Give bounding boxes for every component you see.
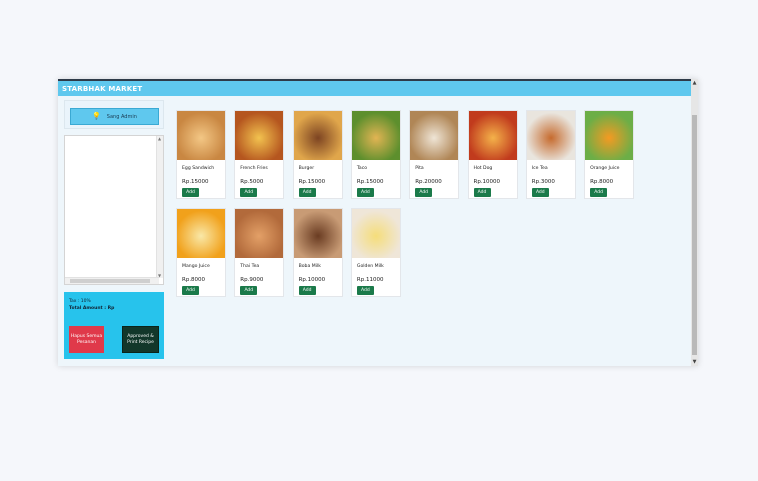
food-image <box>177 111 225 160</box>
item-name: Pita <box>415 166 424 171</box>
food-image <box>293 209 342 258</box>
item-price: Rp.8000 <box>590 179 614 185</box>
menu-card: French Fries Rp.5000 Add <box>234 110 285 199</box>
food-image <box>585 111 634 160</box>
add-button[interactable]: Add <box>590 188 608 197</box>
item-price: Rp.9000 <box>240 277 264 283</box>
scroll-up-icon[interactable]: ▲ <box>691 79 698 87</box>
item-price: Rp.20000 <box>415 179 442 185</box>
item-name: Ice Tea <box>531 166 548 171</box>
menu-card: Pita Rp.20000 Add <box>409 110 460 199</box>
admin-button[interactable]: 💡 Sang Admin <box>70 108 159 125</box>
order-list-hscroll[interactable] <box>65 277 159 284</box>
item-name: Golden Milk <box>356 264 384 269</box>
item-price: Rp.10000 <box>298 277 326 283</box>
item-price: Rp.3000 <box>531 179 555 185</box>
clear-orders-button[interactable]: Hapus Semua Pesanan <box>69 326 104 353</box>
scroll-thumb[interactable] <box>70 279 150 283</box>
food-image <box>177 209 225 258</box>
menu-card: Taco Rp.15000 Add <box>350 110 401 199</box>
add-button[interactable]: Add <box>531 188 549 197</box>
menu-card: Golden Milk Rp.11000 Add <box>350 208 401 297</box>
add-button[interactable]: Add <box>356 188 374 197</box>
order-summary: Tax : 10% Total Amount : Rp Hapus Semua … <box>64 292 164 359</box>
order-panel: 💡 Sang Admin ▲ ▼ Tax : 10% Total Amount :… <box>64 100 164 359</box>
scroll-down-icon[interactable]: ▼ <box>691 358 698 366</box>
approve-print-button[interactable]: Approved & Print Recipe <box>122 326 159 353</box>
item-price: Rp.15000 <box>356 179 384 185</box>
item-name: Egg Sandwich <box>182 166 215 171</box>
item-name: Orange Juice <box>590 166 620 171</box>
food-image <box>235 111 284 160</box>
item-name: Mango Juice <box>182 264 210 269</box>
add-button[interactable]: Add <box>298 286 316 295</box>
scroll-thumb[interactable] <box>692 115 697 355</box>
window-title: STARBHAK MARKET <box>58 79 691 96</box>
add-button[interactable]: Add <box>182 286 199 295</box>
item-price: Rp.15000 <box>298 179 326 185</box>
menu-card: Burger Rp.15000 Add <box>292 110 343 199</box>
food-image <box>351 209 400 258</box>
food-image <box>526 111 575 160</box>
admin-box: 💡 Sang Admin <box>64 100 164 129</box>
menu-card: Thai Tea Rp.9000 Add <box>234 208 285 297</box>
food-image <box>410 111 459 160</box>
order-list[interactable]: ▲ ▼ <box>64 135 164 285</box>
add-button[interactable]: Add <box>415 188 433 197</box>
item-name: Boba Milk <box>298 264 321 269</box>
add-button[interactable]: Add <box>298 188 316 197</box>
add-button[interactable]: Add <box>240 286 258 295</box>
menu-card: Boba Milk Rp.10000 Add <box>292 208 343 297</box>
admin-button-label: Sang Admin <box>106 114 137 120</box>
item-price: Rp.11000 <box>356 277 384 283</box>
scroll-up-icon[interactable]: ▲ <box>158 136 161 141</box>
menu-card: Orange Juice Rp.8000 Add <box>584 110 635 199</box>
food-image <box>351 111 400 160</box>
item-price: Rp.8000 <box>182 277 206 283</box>
item-name: Taco <box>356 166 368 171</box>
add-button[interactable]: Add <box>240 188 258 197</box>
add-button[interactable]: Add <box>473 188 491 197</box>
order-list-vscroll[interactable]: ▲ ▼ <box>156 136 163 278</box>
menu-card: Mango Juice Rp.8000 Add <box>176 208 226 297</box>
item-price: Rp.5000 <box>240 179 264 185</box>
tax-label: Tax : 10% <box>69 299 91 304</box>
item-name: Thai Tea <box>240 264 260 269</box>
food-image <box>235 209 284 258</box>
add-button[interactable]: Add <box>182 188 199 197</box>
food-image <box>468 111 517 160</box>
total-amount: Total Amount : Rp <box>69 306 115 311</box>
menu-card: Hot Dog Rp.10000 Add <box>467 110 518 199</box>
menu-card: Ice Tea Rp.3000 Add <box>525 110 576 199</box>
add-button[interactable]: Add <box>356 286 374 295</box>
item-price: Rp.10000 <box>473 179 501 185</box>
item-name: Burger <box>298 166 315 171</box>
food-image <box>293 111 342 160</box>
item-name: French Fries <box>240 166 268 171</box>
main-scrollbar[interactable]: ▲ ▼ <box>691 79 698 366</box>
app-window: STARBHAK MARKET ▲ ▼ 💡 Sang Admin ▲ ▼ Tax … <box>58 79 698 366</box>
item-name: Hot Dog <box>473 166 493 171</box>
lightbulb-icon: 💡 <box>92 112 101 120</box>
menu-card: Egg Sandwich Rp.15000 Add <box>176 110 226 199</box>
item-price: Rp.15000 <box>182 179 209 185</box>
